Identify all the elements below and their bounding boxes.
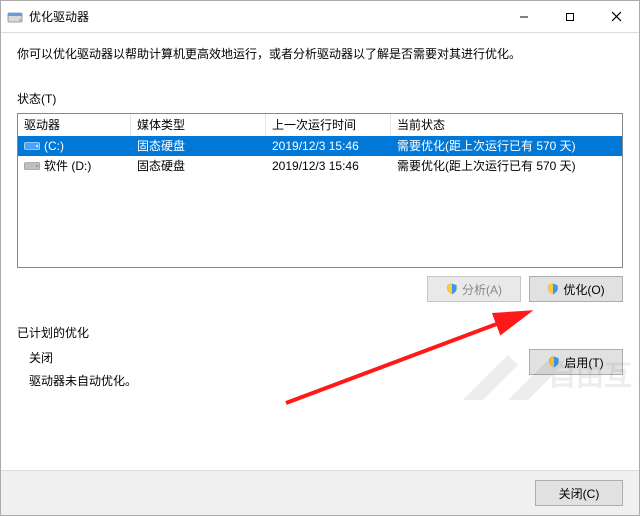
- enable-button[interactable]: 启用(T): [529, 349, 623, 375]
- cell-drive-name: (C:): [18, 136, 131, 156]
- status-section-label: 状态(T): [17, 90, 623, 107]
- analyze-button-label: 分析(A): [462, 281, 502, 298]
- shield-icon: [548, 356, 560, 368]
- window-title: 优化驱动器: [29, 8, 501, 25]
- table-row[interactable]: (C:) 固态硬盘2019/12/3 15:46需要优化(距上次运行已有 570 …: [18, 136, 622, 156]
- optimize-button-label: 优化(O): [563, 281, 604, 298]
- shield-icon: [446, 283, 458, 295]
- table-row[interactable]: 软件 (D:) 固态硬盘2019/12/3 15:46需要优化(距上次运行已有 5…: [18, 156, 622, 176]
- drive-icon: [24, 140, 40, 152]
- drive-name-text: 软件 (D:): [44, 156, 91, 176]
- column-header-state[interactable]: 当前状态: [391, 114, 622, 136]
- schedule-section: 已计划的优化 关闭 驱动器未自动优化。 启用(T): [17, 324, 623, 389]
- cell-drive-name: 软件 (D:): [18, 156, 131, 176]
- close-window-button-label: 关闭(C): [559, 485, 600, 502]
- schedule-section-title: 已计划的优化: [17, 324, 623, 341]
- app-icon: [7, 9, 23, 25]
- drive-icon: [24, 160, 40, 172]
- cell-current-state: 需要优化(距上次运行已有 570 天): [391, 156, 622, 176]
- analyze-button[interactable]: 分析(A): [427, 276, 521, 302]
- close-button[interactable]: [593, 1, 639, 32]
- table-header: 驱动器 媒体类型 上一次运行时间 当前状态: [18, 114, 622, 136]
- column-header-drive[interactable]: 驱动器: [18, 114, 131, 136]
- optimize-button[interactable]: 优化(O): [529, 276, 623, 302]
- bottom-bar: 关闭(C): [1, 470, 639, 515]
- drives-table: 驱动器 媒体类型 上一次运行时间 当前状态 (C:) 固态硬盘2019/12/3 …: [17, 113, 623, 268]
- cell-last-run: 2019/12/3 15:46: [266, 156, 391, 176]
- schedule-status: 关闭: [29, 349, 137, 366]
- column-header-media[interactable]: 媒体类型: [131, 114, 266, 136]
- table-body: (C:) 固态硬盘2019/12/3 15:46需要优化(距上次运行已有 570 …: [18, 136, 622, 176]
- cell-last-run: 2019/12/3 15:46: [266, 136, 391, 156]
- cell-current-state: 需要优化(距上次运行已有 570 天): [391, 136, 622, 156]
- maximize-button[interactable]: [547, 1, 593, 32]
- enable-button-label: 启用(T): [564, 354, 603, 371]
- minimize-button[interactable]: [501, 1, 547, 32]
- shield-icon: [547, 283, 559, 295]
- schedule-text: 关闭 驱动器未自动优化。: [29, 349, 137, 389]
- column-header-last[interactable]: 上一次运行时间: [266, 114, 391, 136]
- action-buttons: 分析(A) 优化(O): [17, 276, 623, 302]
- close-window-button[interactable]: 关闭(C): [535, 480, 623, 506]
- titlebar: 优化驱动器: [1, 1, 639, 33]
- description-text: 你可以优化驱动器以帮助计算机更高效地运行，或者分析驱动器以了解是否需要对其进行优…: [17, 45, 623, 62]
- schedule-note: 驱动器未自动优化。: [29, 372, 137, 389]
- drive-name-text: (C:): [44, 136, 64, 156]
- optimize-drives-window: 优化驱动器 你可以优化驱动器以帮助计算机更高效地运行，或者分析驱动器以了解是否需…: [0, 0, 640, 516]
- content-area: 你可以优化驱动器以帮助计算机更高效地运行，或者分析驱动器以了解是否需要对其进行优…: [1, 33, 639, 470]
- cell-media-type: 固态硬盘: [131, 156, 266, 176]
- cell-media-type: 固态硬盘: [131, 136, 266, 156]
